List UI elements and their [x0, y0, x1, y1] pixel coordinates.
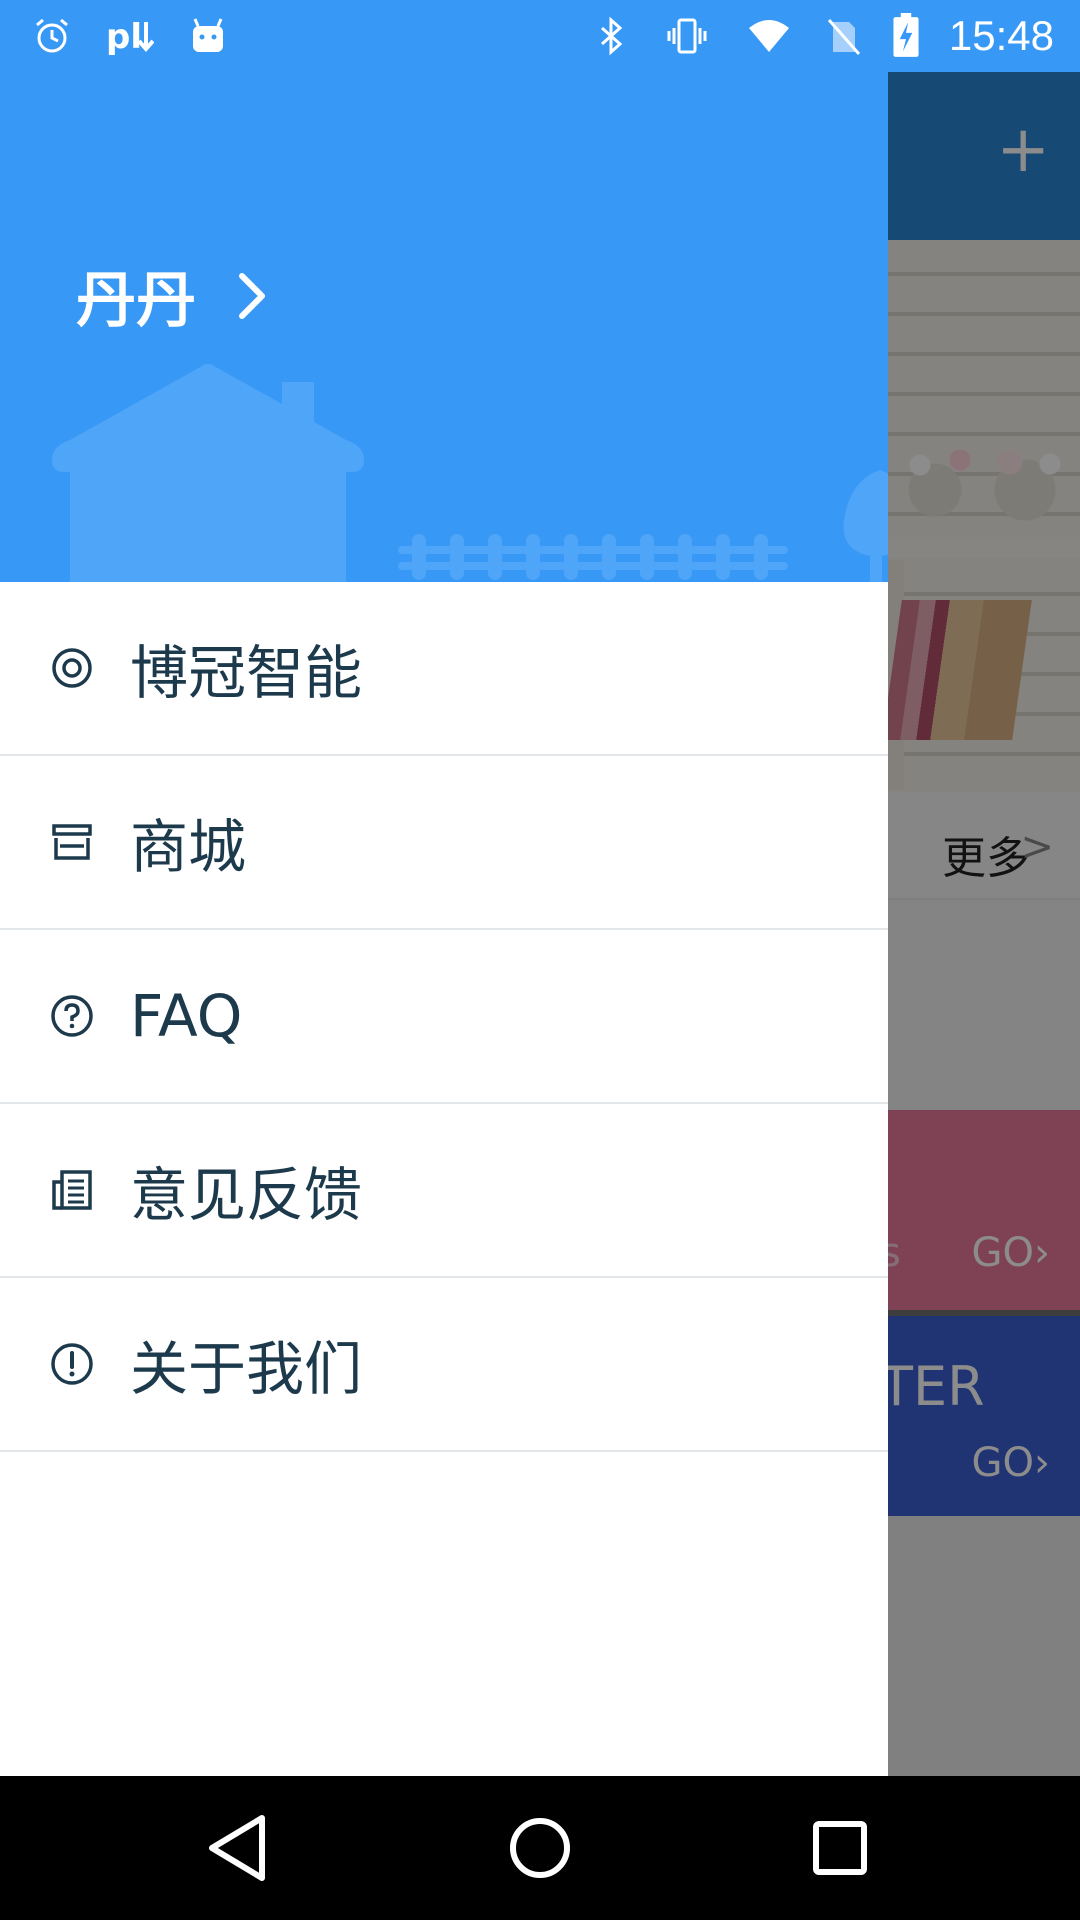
info-icon	[50, 1342, 94, 1386]
menu-item-label: 意见反馈	[130, 1161, 363, 1229]
bluetooth-icon	[600, 16, 623, 56]
menu-item-label: FAQ	[130, 982, 243, 1050]
no-sim-icon	[827, 19, 861, 55]
menu-item-label: 关于我们	[130, 1335, 363, 1403]
recents-icon[interactable]	[796, 1804, 884, 1892]
menu-item-label: 商城	[130, 813, 247, 881]
wifi-icon	[748, 20, 789, 52]
battery-charging-icon	[893, 13, 919, 57]
home-icon[interactable]	[496, 1804, 584, 1892]
tree-decoration	[843, 470, 888, 582]
feedback-icon	[50, 1168, 94, 1212]
fence-decoration	[398, 534, 788, 580]
drawer-menu: 博冠智能 商城 FAQ 意见反馈 关于我们	[0, 582, 888, 1452]
alarm-icon	[36, 18, 68, 53]
menu-item-bosma[interactable]: 博冠智能	[0, 582, 888, 756]
vibrate-icon	[667, 18, 707, 54]
menu-item-about[interactable]: 关于我们	[0, 1278, 888, 1452]
user-name: 丹丹	[76, 266, 196, 336]
chevron-right-icon	[239, 272, 265, 319]
user-profile-link[interactable]: 丹丹	[76, 252, 270, 339]
house-decoration	[52, 364, 364, 582]
clock: 15:48	[948, 12, 1054, 59]
pl-download-icon: pl	[106, 17, 154, 56]
pl-text: pl	[106, 17, 142, 56]
target-icon	[50, 646, 94, 690]
navigation-drawer: 丹丹 博冠智能 商城 FAQ 意见反馈 关于我们	[0, 0, 888, 1776]
store-icon	[50, 820, 94, 864]
drawer-header: 丹丹	[0, 0, 888, 582]
menu-item-store[interactable]: 商城	[0, 756, 888, 930]
status-bar: pl 15:48	[0, 0, 1080, 72]
menu-item-feedback[interactable]: 意见反馈	[0, 1104, 888, 1278]
menu-item-label: 博冠智能	[130, 639, 363, 707]
android-icon	[193, 18, 223, 52]
back-icon[interactable]	[196, 1804, 284, 1892]
help-icon	[50, 994, 94, 1038]
menu-item-faq[interactable]: FAQ	[0, 930, 888, 1104]
navigation-bar	[0, 1776, 1080, 1920]
